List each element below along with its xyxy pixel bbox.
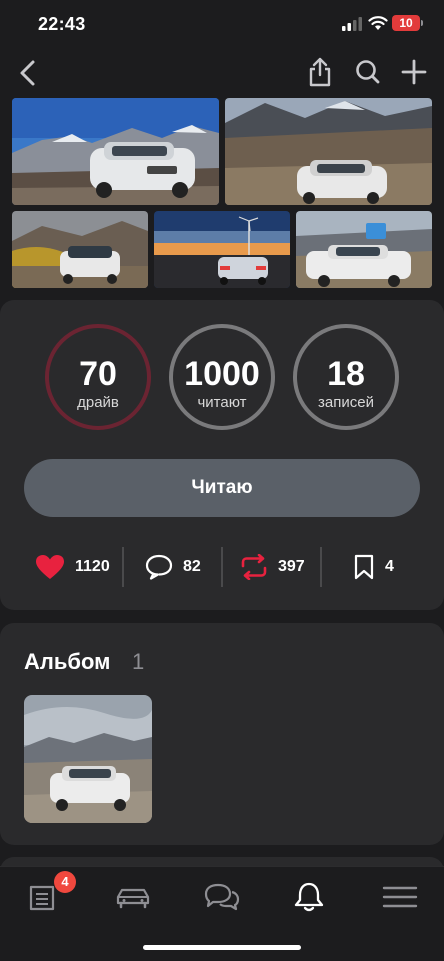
comments-button[interactable]: 82 (145, 545, 201, 589)
divider (221, 547, 223, 587)
status-time: 22:43 (38, 14, 86, 34)
battery-indicator: 10 (392, 15, 420, 31)
share-icon[interactable] (306, 56, 334, 88)
following-button[interactable]: Читаю (24, 459, 420, 517)
reposts-count: 397 (278, 558, 305, 575)
photo-3[interactable] (12, 211, 148, 288)
stat-posts-value: 18 (327, 355, 365, 393)
album-card: Альбом 1 (0, 623, 444, 845)
album-title[interactable]: Альбом (24, 649, 110, 675)
repost-icon (241, 554, 267, 580)
like-button[interactable]: 1120 (35, 545, 110, 589)
divider (320, 547, 322, 587)
photo-4[interactable] (154, 211, 290, 288)
bookmarks-count: 4 (385, 558, 394, 575)
photo-1[interactable] (12, 98, 219, 205)
home-indicator (143, 945, 301, 950)
photo-5[interactable] (296, 211, 432, 288)
profile-stats-card: 70 драйв 1000 читают 18 записей Читаю 11… (0, 300, 444, 610)
status-bar: 22:43 10 (0, 0, 444, 48)
stat-followers-ring[interactable]: 1000 читают (169, 324, 275, 430)
signal-icon (342, 17, 362, 31)
bell-icon[interactable] (289, 881, 329, 913)
bookmark-icon (354, 554, 374, 580)
album-count: 1 (132, 649, 145, 674)
photo-grid (0, 98, 444, 294)
stat-drive-value: 70 (79, 355, 117, 393)
action-row: 1120 82 397 4 (0, 545, 444, 589)
divider (122, 547, 124, 587)
comments-count: 82 (183, 558, 201, 575)
bookmark-button[interactable]: 4 (353, 545, 394, 589)
comment-icon (145, 554, 173, 580)
likes-count: 1120 (75, 558, 110, 575)
back-icon[interactable] (14, 58, 42, 88)
stat-posts-ring[interactable]: 18 записей (293, 324, 399, 430)
nav-bar (0, 48, 444, 98)
stat-posts-label: записей (318, 394, 374, 411)
plus-icon[interactable] (400, 58, 428, 86)
stat-drive-label: драйв (77, 394, 119, 411)
feed-badge: 4 (54, 871, 76, 893)
repost-button[interactable]: 397 (240, 545, 305, 589)
chat-icon[interactable] (202, 881, 242, 913)
album-thumbnail[interactable] (24, 695, 152, 823)
stat-drive-ring[interactable]: 70 драйв (45, 324, 151, 430)
menu-icon[interactable] (380, 881, 420, 913)
stat-followers-value: 1000 (184, 355, 260, 393)
car-icon[interactable] (113, 881, 153, 913)
heart-icon (36, 555, 64, 579)
photo-2[interactable] (225, 98, 432, 205)
wifi-icon (368, 16, 388, 30)
search-icon[interactable] (354, 58, 382, 86)
stat-followers-label: читают (197, 394, 247, 411)
battery-tip (421, 20, 423, 26)
tab-bar: 4 (0, 866, 444, 961)
